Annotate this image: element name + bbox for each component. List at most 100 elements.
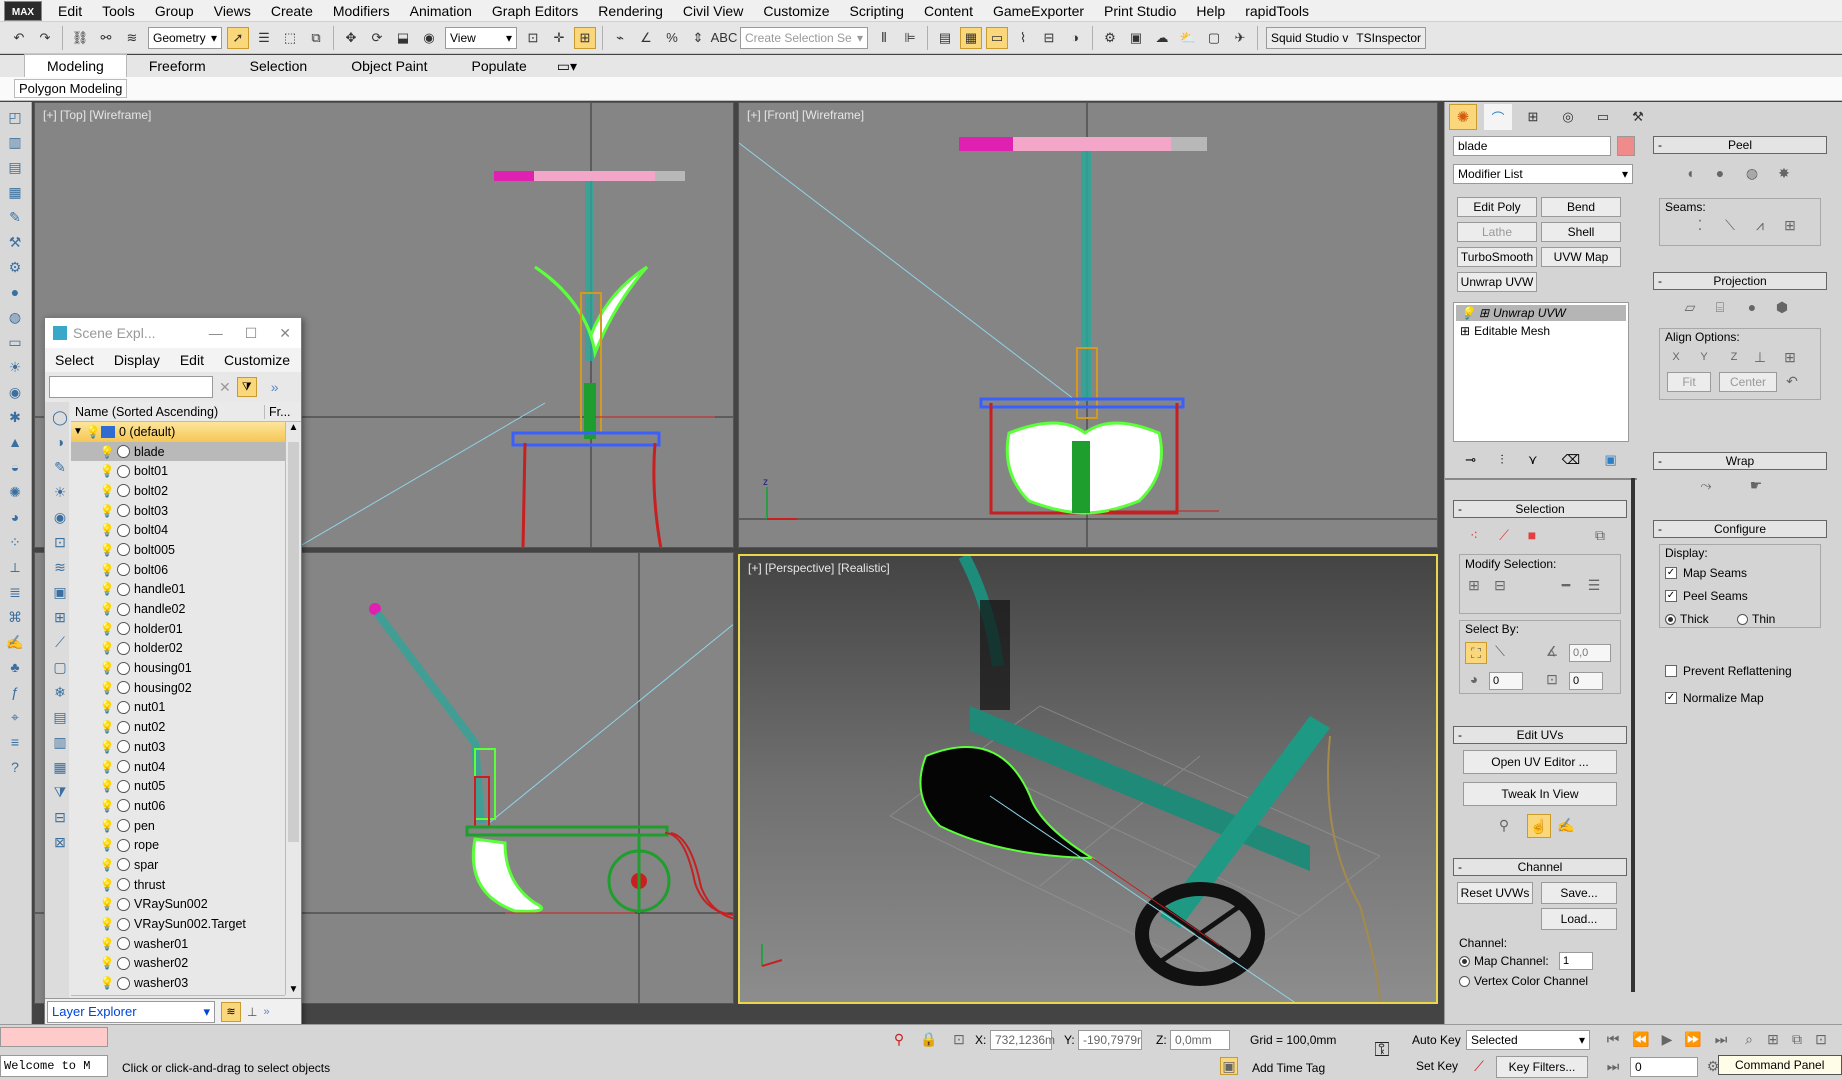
scroll-thumb[interactable] xyxy=(288,442,299,842)
globe-tool-icon[interactable]: ◍ xyxy=(4,307,26,327)
display-none2-icon[interactable]: ▦ xyxy=(49,757,71,777)
light-bulb-icon[interactable]: 💡 xyxy=(99,838,115,852)
light-bulb-icon[interactable]: 💡 xyxy=(99,661,115,675)
grid-tool-icon[interactable]: ▦ xyxy=(4,182,26,202)
auto-key-button[interactable]: Auto Key xyxy=(1412,1033,1461,1047)
light-bulb-icon[interactable]: 💡 xyxy=(99,582,115,596)
scene-object-row[interactable]: 💡 bolt02 xyxy=(71,481,285,501)
unfold-map-icon[interactable]: ☛ xyxy=(1747,476,1765,494)
undo-icon[interactable]: ↶ xyxy=(8,27,30,49)
scene-object-row[interactable]: 💡 nut02 xyxy=(71,717,285,737)
spline-map-icon[interactable]: ⤳ xyxy=(1697,476,1715,494)
poly-tool-icon[interactable]: ▥ xyxy=(4,132,26,152)
toggle-scene-explorer-icon[interactable]: ▤ xyxy=(934,27,956,49)
light-tool-icon[interactable]: ☀ xyxy=(4,357,26,377)
light-bulb-icon[interactable]: 💡 xyxy=(99,464,115,478)
freeze-toggle-icon[interactable] xyxy=(117,760,130,774)
light-bulb-icon[interactable]: 💡 xyxy=(99,858,115,872)
cylindrical-map-icon[interactable]: ⌸ xyxy=(1711,298,1729,316)
tab-object-paint[interactable]: Object Paint xyxy=(329,55,449,77)
light-bulb-icon[interactable]: 💡 xyxy=(99,720,115,734)
scene-object-row[interactable]: 💡 nut05 xyxy=(71,776,285,796)
close-icon[interactable]: ✕ xyxy=(279,325,291,342)
zoom-extents-icon[interactable]: ⧉ xyxy=(1788,1030,1806,1048)
camera-tool-icon[interactable]: ◉ xyxy=(4,382,26,402)
scene-object-row[interactable]: 💡 VRaySun002 xyxy=(71,895,285,915)
scene-object-row[interactable]: 💡 nut03 xyxy=(71,737,285,757)
freeze-toggle-icon[interactable] xyxy=(117,602,130,616)
wrap-rollout-header[interactable]: Wrap xyxy=(1653,452,1827,470)
selection-lock-icon[interactable]: 🔒 xyxy=(920,1030,938,1048)
display-groups-icon[interactable]: ▣ xyxy=(49,582,71,602)
reset-uvws-button[interactable]: Reset UVWs xyxy=(1457,882,1533,904)
pelt-map-icon[interactable]: ● xyxy=(1711,164,1729,182)
collapse-icon[interactable]: ▼ xyxy=(71,426,85,437)
vertex-color-channel-radio[interactable]: Vertex Color Channel xyxy=(1459,974,1588,988)
map-seams-checkbox[interactable]: ✓ xyxy=(1665,567,1677,579)
unwrap-uvw-button[interactable]: Unwrap UVW xyxy=(1457,272,1537,292)
maximize-icon[interactable]: ☐ xyxy=(245,325,258,342)
layer-row[interactable]: ▼ 💡 0 (default) xyxy=(71,422,285,442)
isolate-selection-icon[interactable]: ⚲ xyxy=(890,1030,908,1048)
scene-object-row[interactable]: 💡 washer02 xyxy=(71,954,285,974)
scroll-up-icon[interactable]: ▲ xyxy=(286,422,301,433)
planar-angle-field[interactable]: 0,0 xyxy=(1569,644,1611,662)
light-bulb-icon[interactable]: 💡 xyxy=(99,819,115,833)
spinner-snap-icon[interactable]: ⇕ xyxy=(687,27,709,49)
ring-selection-icon[interactable]: ☰ xyxy=(1585,576,1603,594)
redo-icon[interactable]: ↷ xyxy=(34,27,56,49)
utilities-tab-icon[interactable]: ⚒ xyxy=(1624,104,1652,130)
light-bulb-icon[interactable]: 💡 xyxy=(99,641,115,655)
edit-poly-button[interactable]: Edit Poly xyxy=(1457,197,1537,217)
freeze-toggle-icon[interactable] xyxy=(117,523,130,537)
modify-tab-icon[interactable]: ⌒ xyxy=(1484,104,1512,130)
menu-content[interactable]: Content xyxy=(914,0,983,22)
go-to-end-icon[interactable]: ⏭ xyxy=(1712,1030,1730,1048)
freeze-toggle-icon[interactable] xyxy=(117,464,130,478)
scroll-down-icon[interactable]: ▼ xyxy=(286,984,301,995)
tag-tool-icon[interactable]: ⌖ xyxy=(4,707,26,727)
light-bulb-icon[interactable]: 💡 xyxy=(99,799,115,813)
percent-snap-icon[interactable]: % xyxy=(661,27,683,49)
menu-modifiers[interactable]: Modifiers xyxy=(323,0,400,22)
menu-graph-editors[interactable]: Graph Editors xyxy=(482,0,588,22)
make-unique-icon[interactable]: ⋎ xyxy=(1528,452,1538,468)
light-bulb-icon[interactable]: 💡 xyxy=(99,523,115,537)
select-by-smoothing-icon[interactable]: ⊡ xyxy=(1543,670,1561,688)
align-icon[interactable]: ⊫ xyxy=(899,27,921,49)
viewport-label[interactable]: [+] [Front] [Wireframe] xyxy=(747,108,864,122)
sort-layers-icon[interactable]: ≋ xyxy=(221,1001,241,1022)
freeze-toggle-icon[interactable] xyxy=(117,445,130,459)
select-object-icon[interactable]: ➚ xyxy=(227,26,249,49)
display-cameras-icon[interactable]: ◉ xyxy=(49,507,71,527)
scene-scrollbar-v[interactable]: ▲ ▼ xyxy=(285,422,301,995)
spherical-map-icon[interactable]: ● xyxy=(1743,298,1761,316)
freeze-toggle-icon[interactable] xyxy=(117,661,130,675)
align-z-icon[interactable]: Z xyxy=(1725,348,1743,366)
material-id-field[interactable]: 0 xyxy=(1489,672,1523,690)
peel-rollout-header[interactable]: Peel xyxy=(1653,136,1827,154)
teapot-tool-icon[interactable]: ◒ xyxy=(4,457,26,477)
menu-gameexporter[interactable]: GameExporter xyxy=(983,0,1094,22)
normalize-map-checkbox[interactable]: ✓ xyxy=(1665,692,1677,704)
scene-search-input[interactable] xyxy=(49,376,213,398)
tab-populate[interactable]: Populate xyxy=(449,55,548,77)
mirror-icon[interactable]: ⫴ xyxy=(873,27,895,49)
menu-rendering[interactable]: Rendering xyxy=(588,0,673,22)
quick-peel-icon[interactable]: ◖ xyxy=(1681,164,1699,182)
light-bulb-icon[interactable]: 💡 xyxy=(99,956,115,970)
select-manipulate-icon[interactable]: ✛ xyxy=(548,27,570,49)
display-invert-icon[interactable]: ⧩ xyxy=(49,782,71,802)
y-coordinate-field[interactable]: -190,7979r xyxy=(1078,1030,1142,1050)
center-button[interactable]: Center xyxy=(1719,372,1777,392)
polygon-modeling-panel[interactable]: Polygon Modeling xyxy=(14,79,128,98)
map-channel-radio[interactable]: Map Channel: xyxy=(1459,954,1549,968)
link-icon[interactable]: ⛓ xyxy=(69,27,91,49)
schematic-view-icon[interactable]: ⊟ xyxy=(1038,27,1060,49)
x-coordinate-field[interactable]: 732,1236m xyxy=(990,1030,1055,1050)
display-tab-icon[interactable]: ▭ xyxy=(1589,104,1617,130)
tweak-cursor-icon[interactable]: ☝ xyxy=(1527,814,1551,838)
display-xrefs-icon[interactable]: ⊞ xyxy=(49,607,71,627)
display-sel-icon[interactable]: ⊟ xyxy=(49,807,71,827)
turbosmooth-button[interactable]: TurboSmooth xyxy=(1457,247,1537,267)
